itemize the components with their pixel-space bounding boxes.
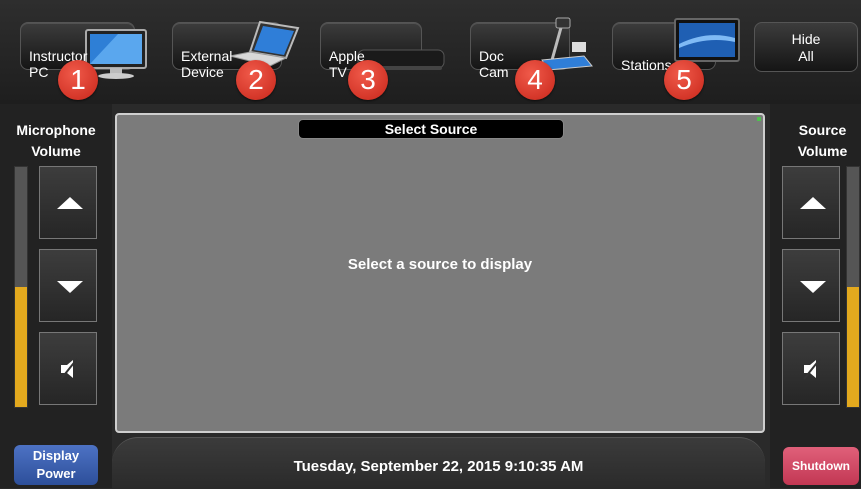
- source-volume-up-button[interactable]: [782, 166, 840, 239]
- shutdown-button[interactable]: Shutdown: [783, 447, 859, 485]
- source-number-badge: 5: [664, 60, 704, 100]
- source-number-badge: 4: [515, 60, 555, 100]
- source-number-badge: 1: [58, 60, 98, 100]
- source-volume-title: Source Volume: [797, 122, 848, 159]
- microphone-mute-button[interactable]: [39, 332, 97, 405]
- source-number-badge: 2: [236, 60, 276, 100]
- status-indicator: [757, 117, 761, 121]
- source-mute-button[interactable]: [782, 332, 840, 405]
- hide-all-label: Hide All: [791, 31, 821, 64]
- source-level-fill: [847, 287, 859, 407]
- status-footer: Tuesday, September 22, 2015 9:10:35 AM: [112, 437, 765, 489]
- source-volume-down-button[interactable]: [782, 249, 840, 322]
- microphone-volume-title: Microphone Volume: [16, 122, 96, 159]
- microphone-volume-up-button[interactable]: [39, 166, 97, 239]
- panel-title: Select Source: [298, 119, 564, 139]
- speaker-mute-icon: [803, 358, 821, 380]
- microphone-level-fill: [15, 287, 27, 407]
- source-number-badge: 3: [348, 60, 388, 100]
- source-level-meter: [846, 166, 860, 408]
- date-time-display: Tuesday, September 22, 2015 9:10:35 AM: [293, 458, 584, 475]
- select-source-message: Select a source to display: [347, 256, 533, 273]
- arrow-down-icon: [800, 281, 826, 293]
- arrow-down-icon: [57, 281, 83, 293]
- arrow-up-icon: [800, 197, 826, 209]
- speaker-mute-icon: [60, 358, 78, 380]
- hide-all-button[interactable]: Hide All: [754, 22, 858, 72]
- microphone-volume-down-button[interactable]: [39, 249, 97, 322]
- arrow-up-icon: [57, 197, 83, 209]
- microphone-volume-panel: Microphone Volume: [0, 104, 112, 488]
- display-power-button[interactable]: Display Power: [14, 445, 98, 485]
- source-display-area: Select Source Select a source to display: [115, 113, 765, 433]
- source-selection-bar: Instructor PC 1 External Device 2 Apple …: [0, 0, 861, 104]
- microphone-level-meter: [14, 166, 28, 408]
- source-volume-panel: Source Volume: [770, 104, 861, 488]
- display-power-label: Display Power: [32, 448, 80, 481]
